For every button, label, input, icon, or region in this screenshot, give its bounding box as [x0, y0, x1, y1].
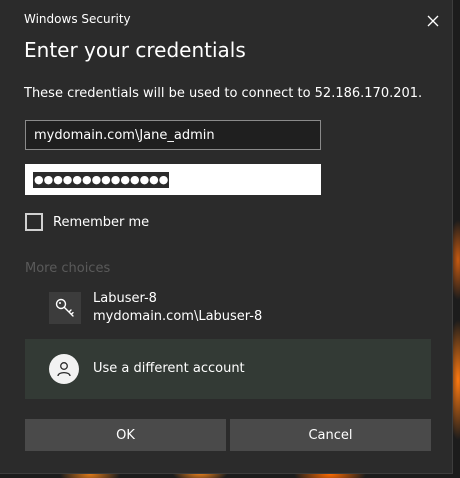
checkbox-box[interactable]: [25, 213, 43, 231]
cancel-button[interactable]: Cancel: [230, 419, 431, 451]
ok-button[interactable]: OK: [25, 419, 226, 451]
person-icon: [49, 354, 79, 384]
remember-me-label: Remember me: [53, 214, 150, 230]
account-labuser-text: Labuser-8 mydomain.com\Labuser-8: [93, 290, 262, 326]
dialog-heading: Enter your credentials: [24, 38, 246, 62]
more-choices-label: More choices: [25, 261, 111, 276]
account-option-labuser[interactable]: Labuser-8 mydomain.com\Labuser-8: [25, 285, 431, 331]
account-labuser-name: Labuser-8: [93, 291, 157, 306]
credentials-dialog: Windows Security Enter your credentials …: [0, 0, 453, 474]
password-field[interactable]: ●●●●●●●●●●●●●●: [25, 164, 321, 195]
remember-me-checkbox[interactable]: Remember me: [25, 213, 149, 231]
account-option-different[interactable]: Use a different account: [25, 339, 431, 399]
account-labuser-detail: mydomain.com\Labuser-8: [93, 309, 263, 324]
window-title: Windows Security: [24, 12, 131, 26]
account-different-label: Use a different account: [93, 361, 245, 376]
close-icon: [427, 15, 439, 27]
dialog-description: These credentials will be used to connec…: [24, 86, 423, 101]
key-icon: [49, 292, 81, 324]
username-field[interactable]: [25, 120, 321, 150]
close-button[interactable]: [418, 6, 448, 36]
password-masked-text: ●●●●●●●●●●●●●●: [33, 171, 170, 188]
